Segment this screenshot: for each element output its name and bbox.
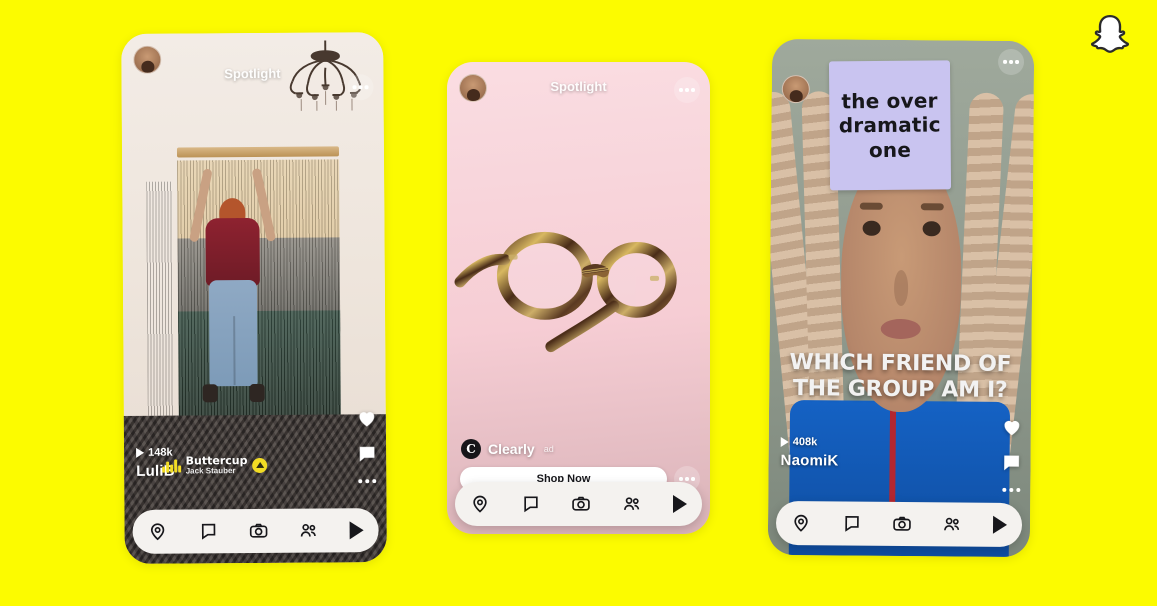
caption-line-1: WHICH FRIEND OF: [789, 350, 1012, 377]
play-icon: [780, 436, 789, 448]
more-dots-icon[interactable]: [358, 479, 377, 484]
phone-3-screen: Spotlight the over dramatic one WHICH FR…: [767, 38, 1035, 558]
video-meta: 408k NaomiK: [780, 436, 839, 470]
music-artist: Jack Stauber: [185, 465, 236, 476]
comment-icon[interactable]: [1000, 452, 1022, 474]
sticky-note: the over dramatic one: [828, 59, 951, 191]
spotlight-card-2[interactable]: Spotlight C Clearly ad Shop Now: [447, 62, 710, 534]
play-icon: [136, 447, 145, 458]
phone-1-screen: Spotlight 148k LuliB Buttercup Jack Stau…: [121, 32, 387, 564]
more-options-icon[interactable]: [674, 77, 700, 103]
avatar[interactable]: [781, 74, 810, 104]
music-equalizer-icon: [162, 459, 181, 473]
ad-brand-row[interactable]: C Clearly ad: [461, 439, 554, 459]
camera-icon[interactable]: [892, 514, 912, 534]
eyeglasses-product-image: [454, 231, 677, 352]
play-icon[interactable]: [992, 515, 1007, 534]
view-count: 408k: [780, 436, 839, 449]
spotlight-card-3[interactable]: Spotlight the over dramatic one WHICH FR…: [767, 38, 1035, 558]
phone-2-screen: Spotlight C Clearly ad Shop Now: [447, 62, 710, 534]
bottom-nav-bar[interactable]: [132, 508, 379, 554]
note-line-3: one: [868, 137, 911, 162]
caption-line-2: THE GROUP AM I?: [792, 376, 1008, 403]
ad-brand-name: Clearly: [488, 441, 535, 457]
friends-icon[interactable]: [942, 514, 962, 534]
friends-icon[interactable]: [622, 494, 642, 514]
more-options-icon[interactable]: [347, 74, 374, 101]
chat-bubble-icon[interactable]: [198, 521, 218, 541]
note-line-1: the over: [841, 88, 938, 113]
camera-icon[interactable]: [249, 521, 269, 541]
map-pin-icon[interactable]: [791, 513, 811, 533]
music-tag[interactable]: Buttercup Jack Stauber: [162, 454, 268, 476]
bottom-nav-bar[interactable]: [775, 500, 1023, 548]
hanging-rod: [176, 146, 340, 158]
map-pin-icon[interactable]: [148, 522, 168, 542]
camera-icon[interactable]: [571, 494, 591, 514]
play-icon[interactable]: [672, 495, 687, 513]
comment-icon[interactable]: [356, 443, 378, 465]
chat-bubble-icon[interactable]: [842, 513, 862, 533]
more-dots-icon[interactable]: [1002, 487, 1021, 493]
clearly-logo-icon: C: [461, 439, 481, 459]
chat-bubble-icon[interactable]: [521, 494, 541, 514]
page-title: Spotlight: [224, 65, 281, 82]
heart-icon[interactable]: [356, 407, 378, 429]
note-line-2: dramatic: [838, 112, 941, 138]
more-options-icon[interactable]: [997, 48, 1025, 76]
bottom-nav-bar[interactable]: [455, 482, 702, 526]
creator-username[interactable]: NaomiK: [781, 452, 839, 470]
snapchat-ghost-icon: [1090, 14, 1130, 53]
page-title: Spotlight: [550, 79, 607, 94]
heart-icon[interactable]: [1001, 416, 1023, 438]
side-fringe: [145, 181, 174, 416]
map-pin-icon[interactable]: [470, 494, 490, 514]
friends-icon[interactable]: [299, 521, 319, 541]
play-icon[interactable]: [349, 521, 364, 540]
action-rail[interactable]: [1000, 416, 1023, 493]
spotlight-card-1[interactable]: Spotlight 148k LuliB Buttercup Jack Stau…: [121, 32, 387, 564]
ad-label: ad: [543, 444, 554, 454]
music-badge-icon: [252, 457, 268, 473]
action-rail[interactable]: [356, 407, 379, 484]
